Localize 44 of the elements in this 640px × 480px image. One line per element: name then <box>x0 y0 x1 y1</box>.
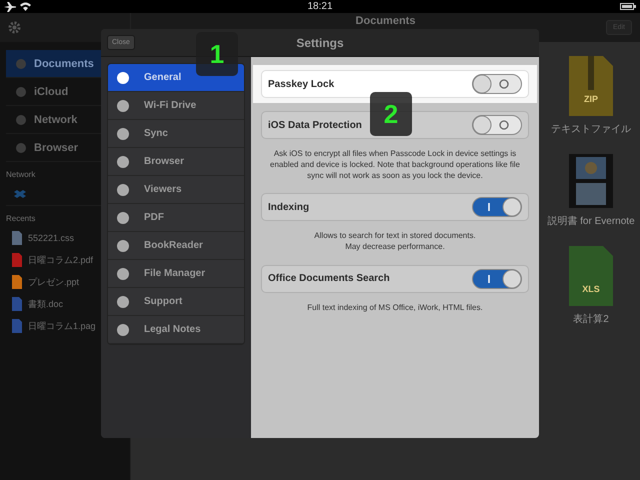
settings-menu-item[interactable]: Viewers <box>108 176 244 204</box>
battery-icon <box>620 3 636 10</box>
toggle-switch[interactable] <box>472 268 522 289</box>
file-name: 表計算2 <box>573 312 609 326</box>
file-name: 日曜コラム2.pdf <box>28 254 94 266</box>
settings-menu-item[interactable]: PDF <box>108 204 244 232</box>
step-badge: 2 <box>370 92 412 136</box>
setting-description: Allows to search for text in stored documents. May decrease performance. <box>313 231 477 253</box>
file-name: 日曜コラム1.pag <box>28 320 96 332</box>
settings-menu-item[interactable]: Legal Notes <box>108 316 244 344</box>
toggle-switch[interactable] <box>472 115 522 135</box>
toggle-switch[interactable] <box>472 74 522 94</box>
file-name: テキストファイル <box>551 123 631 136</box>
spreadsheet-file-icon[interactable] <box>569 246 613 306</box>
setting-label: Passkey Lock <box>268 78 334 90</box>
file-name: 書類.doc <box>28 298 64 310</box>
file-type-label: ZIP <box>584 94 598 104</box>
step-badge: 1 <box>196 32 238 76</box>
section-header: Network <box>6 170 36 179</box>
setting-label: iOS Data Protection <box>268 120 362 130</box>
settings-menu-item[interactable]: BookReader <box>108 232 244 260</box>
setting-label: Office Documents Search <box>268 273 390 284</box>
film-icon[interactable] <box>569 154 613 208</box>
settings-menu-item[interactable]: Wi-Fi Drive <box>108 92 244 120</box>
settings-menu-item[interactable]: Support <box>108 288 244 316</box>
file-type-label: XLS <box>582 284 600 294</box>
setting-description: Ask iOS to encrypt all files when Passcode Lock in device settings is enabled and device is locked. Note that background operations like file sync will not work as soon as you lock the device. <box>269 149 521 182</box>
settings-icon[interactable] <box>8 21 21 34</box>
setting-label: Indexing <box>268 202 310 213</box>
page-title: Documents <box>356 15 416 27</box>
settings-menu-item[interactable]: Sync <box>108 120 244 148</box>
file-name: 説明書 for Evernote <box>547 214 635 228</box>
zip-file-icon[interactable] <box>569 56 613 116</box>
status-time: 18:21 <box>307 1 333 12</box>
section-header: Recents <box>6 214 36 223</box>
file-name: 552221.css <box>28 233 74 243</box>
dropbox-icon[interactable] <box>14 188 26 200</box>
toggle-switch[interactable] <box>472 197 522 218</box>
dialog-title: Settings <box>296 36 344 50</box>
airplane-icon <box>4 2 16 12</box>
file-name: プレゼン.ppt <box>28 276 80 288</box>
setting-description: Full text indexing of MS Office, iWork, HTML files. <box>306 302 484 314</box>
settings-menu-item[interactable]: Browser <box>108 148 244 176</box>
settings-menu-item[interactable]: File Manager <box>108 260 244 288</box>
